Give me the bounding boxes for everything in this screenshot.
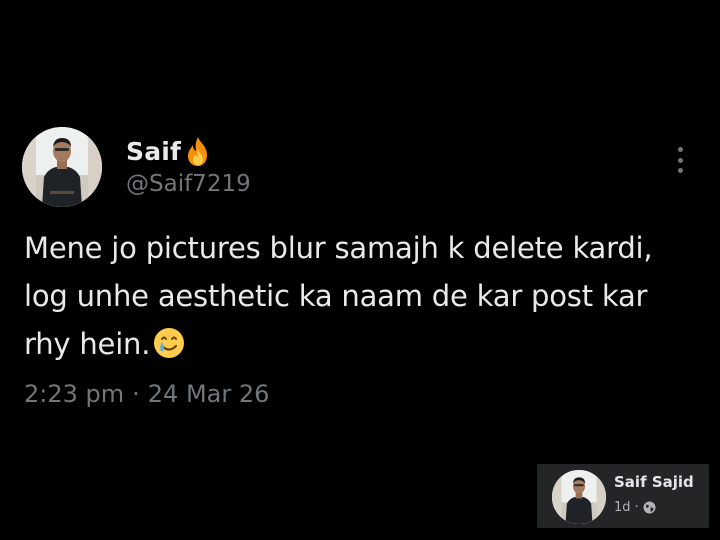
meta-separator: · (132, 380, 140, 408)
fire-icon (183, 135, 213, 167)
facebook-meta-separator: · (634, 500, 639, 515)
smiling-face-with-tear-icon (152, 326, 186, 360)
facebook-post-age[interactable]: 1d (614, 500, 631, 515)
facebook-avatar[interactable] (552, 470, 606, 524)
tweet-body-text: Mene jo pictures blur samajh k delete ka… (24, 231, 662, 361)
facebook-author-card[interactable]: Saif Sajid 1d · (537, 464, 709, 528)
vertical-ellipsis-icon (677, 157, 683, 163)
vertical-ellipsis-icon (677, 168, 683, 173)
tweet: Saif @Saif7219 Mene jo pictures blur sam… (0, 0, 720, 540)
globe-icon (643, 501, 656, 514)
facebook-author-name[interactable]: Saif Sajid (614, 473, 694, 491)
tweet-metadata: 2:23 pm · 24 Mar 26 (24, 380, 269, 408)
tweet-date[interactable]: 24 Mar 26 (148, 380, 270, 408)
tweet-text: Mene jo pictures blur samajh k delete ka… (24, 224, 694, 368)
display-name[interactable]: Saif (126, 137, 181, 166)
tweet-time[interactable]: 2:23 pm (24, 380, 124, 408)
vertical-ellipsis-icon (677, 147, 683, 152)
profile-avatar[interactable] (22, 127, 102, 207)
more-options-button[interactable] (668, 144, 692, 176)
user-handle[interactable]: @Saif7219 (126, 171, 251, 197)
facebook-post-meta: 1d · (614, 500, 656, 515)
name-row: Saif (126, 134, 213, 168)
